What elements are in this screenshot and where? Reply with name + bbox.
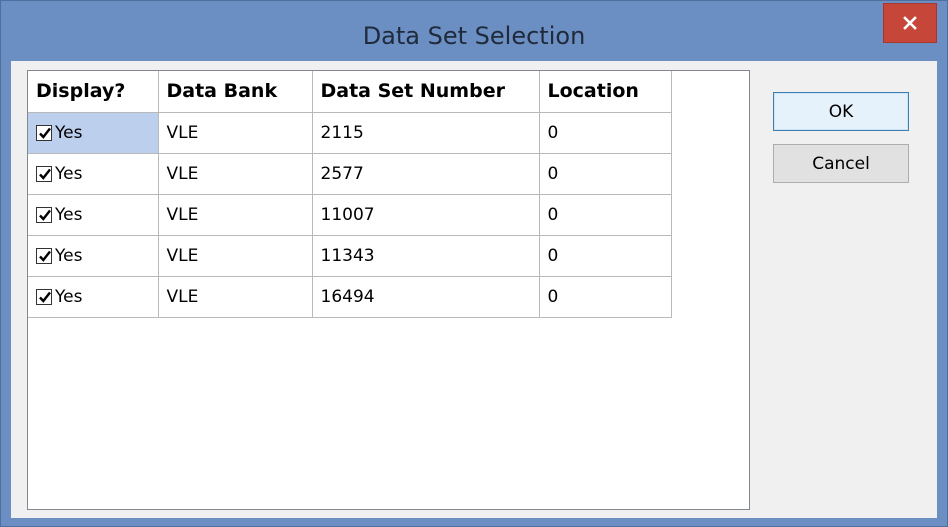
- display-value: Yes: [55, 204, 83, 225]
- display-cell[interactable]: Yes: [28, 152, 159, 195]
- display-cell[interactable]: Yes: [28, 111, 159, 154]
- checkmark-icon: [39, 127, 51, 139]
- header-row: Display? Data Bank Data Set Number Locat…: [28, 71, 672, 113]
- title-bar[interactable]: Data Set Selection: [1, 1, 947, 61]
- checkmark-icon: [39, 168, 51, 180]
- column-header-data-set-number[interactable]: Data Set Number: [311, 71, 540, 113]
- display-checkbox[interactable]: [36, 165, 52, 182]
- checkmark-icon: [39, 250, 51, 262]
- column-header-display[interactable]: Display?: [28, 71, 159, 113]
- location-cell[interactable]: 0: [538, 193, 672, 236]
- display-checkbox[interactable]: [36, 288, 52, 305]
- display-cell[interactable]: Yes: [28, 275, 159, 318]
- data-set-number-cell[interactable]: 11343: [311, 234, 540, 277]
- location-cell[interactable]: 0: [538, 234, 672, 277]
- data-set-number-cell[interactable]: 16494: [311, 275, 540, 318]
- checkmark-icon: [39, 291, 51, 303]
- display-cell[interactable]: Yes: [28, 234, 159, 277]
- ok-button[interactable]: OK: [773, 92, 909, 131]
- display-checkbox[interactable]: [36, 124, 52, 141]
- display-value: Yes: [55, 245, 83, 266]
- close-icon: [903, 16, 917, 30]
- cancel-button[interactable]: Cancel: [773, 144, 909, 183]
- location-cell[interactable]: 0: [538, 111, 672, 154]
- close-button[interactable]: [883, 3, 937, 43]
- display-cell[interactable]: Yes: [28, 193, 159, 236]
- table-row[interactable]: Yes VLE 11007 0: [28, 193, 672, 236]
- data-set-number-cell[interactable]: 11007: [311, 193, 540, 236]
- dialog-title: Data Set Selection: [362, 22, 586, 50]
- column-header-location[interactable]: Location: [538, 71, 672, 113]
- table-row[interactable]: Yes VLE 16494 0: [28, 275, 672, 318]
- checkmark-icon: [39, 209, 51, 221]
- table-row[interactable]: Yes VLE 2577 0: [28, 152, 672, 195]
- dialog-body: Display? Data Bank Data Set Number Locat…: [11, 61, 937, 518]
- display-value: Yes: [55, 163, 83, 184]
- data-bank-cell[interactable]: VLE: [157, 152, 313, 195]
- data-bank-cell[interactable]: VLE: [157, 234, 313, 277]
- data-set-selection-dialog: Data Set Selection Display? Data Bank Da…: [0, 0, 948, 527]
- column-header-data-bank[interactable]: Data Bank: [157, 71, 313, 113]
- table-row[interactable]: Yes VLE 11343 0: [28, 234, 672, 277]
- display-value: Yes: [55, 286, 83, 307]
- data-bank-cell[interactable]: VLE: [157, 275, 313, 318]
- data-set-grid[interactable]: Display? Data Bank Data Set Number Locat…: [27, 70, 750, 510]
- data-set-number-cell[interactable]: 2577: [311, 152, 540, 195]
- location-cell[interactable]: 0: [538, 152, 672, 195]
- table-row[interactable]: Yes VLE 2115 0: [28, 111, 672, 154]
- data-set-table: Display? Data Bank Data Set Number Locat…: [28, 71, 672, 318]
- display-value: Yes: [55, 122, 83, 143]
- display-checkbox[interactable]: [36, 247, 52, 264]
- data-bank-cell[interactable]: VLE: [157, 111, 313, 154]
- location-cell[interactable]: 0: [538, 275, 672, 318]
- data-bank-cell[interactable]: VLE: [157, 193, 313, 236]
- data-set-number-cell[interactable]: 2115: [311, 111, 540, 154]
- display-checkbox[interactable]: [36, 206, 52, 223]
